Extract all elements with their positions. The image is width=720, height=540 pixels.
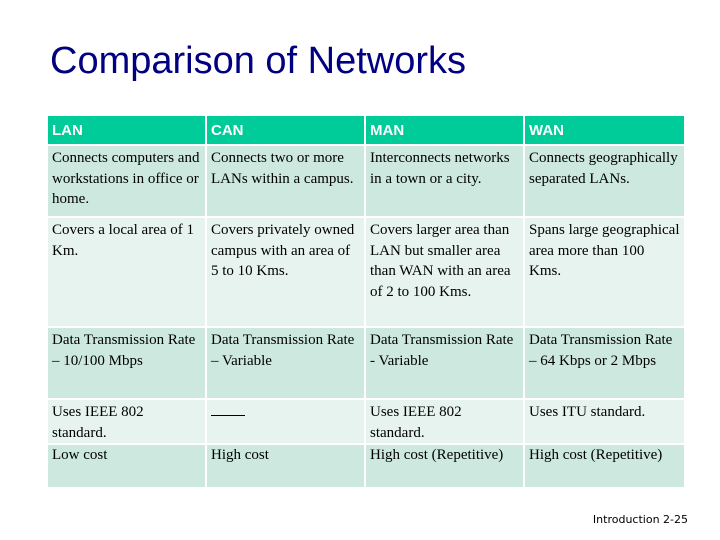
header-man: MAN [364,114,525,146]
table-cell: Covers privately owned campus with an ar… [205,216,366,328]
table-cell: Uses ITU standard. [523,398,686,445]
table-cell: High cost (Repetitive) [523,443,686,489]
table-cell: Connects computers and workstations in o… [46,144,207,218]
table-cell: Low cost [46,443,207,489]
comparison-table: LAN CAN MAN WAN Connects computers and w… [46,114,686,489]
slide-footer: Introduction 2-25 [592,513,688,526]
table-cell: Data Transmission Rate – 10/100 Mbps [46,326,207,400]
table-cell: Data Transmission Rate – 64 Kbps or 2 Mb… [523,326,686,400]
table-cell: Uses IEEE 802 standard. [364,398,525,445]
header-can: CAN [205,114,366,146]
table-cell: Data Transmission Rate - Variable [364,326,525,400]
blank-line [211,403,245,416]
slide-title: Comparison of Networks [50,40,467,82]
table-row-cost: Low cost High cost High cost (Repetitive… [46,443,686,489]
table-row-coverage: Covers a local area of 1 Km. Covers priv… [46,216,686,328]
table-cell: Connects geographically separated LANs. [523,144,686,218]
table-row-standard: Uses IEEE 802 standard. Uses IEEE 802 st… [46,398,686,445]
table-cell: Interconnects networks in a town or a ci… [364,144,525,218]
table-cell: High cost (Repetitive) [364,443,525,489]
table-cell: Covers a local area of 1 Km. [46,216,207,328]
header-lan: LAN [46,114,207,146]
table-cell: Covers larger area than LAN but smaller … [364,216,525,328]
table-cell: Connects two or more LANs within a campu… [205,144,366,218]
table-cell: High cost [205,443,366,489]
table-cell: Uses IEEE 802 standard. [46,398,207,445]
table-cell: Data Transmission Rate – Variable [205,326,366,400]
header-row: LAN CAN MAN WAN [46,114,686,146]
header-wan: WAN [523,114,686,146]
table-cell: Spans large geographical area more than … [523,216,686,328]
table-row-purpose: Connects computers and workstations in o… [46,144,686,218]
table-cell-empty [205,398,366,445]
table-row-data-rate: Data Transmission Rate – 10/100 Mbps Dat… [46,326,686,400]
